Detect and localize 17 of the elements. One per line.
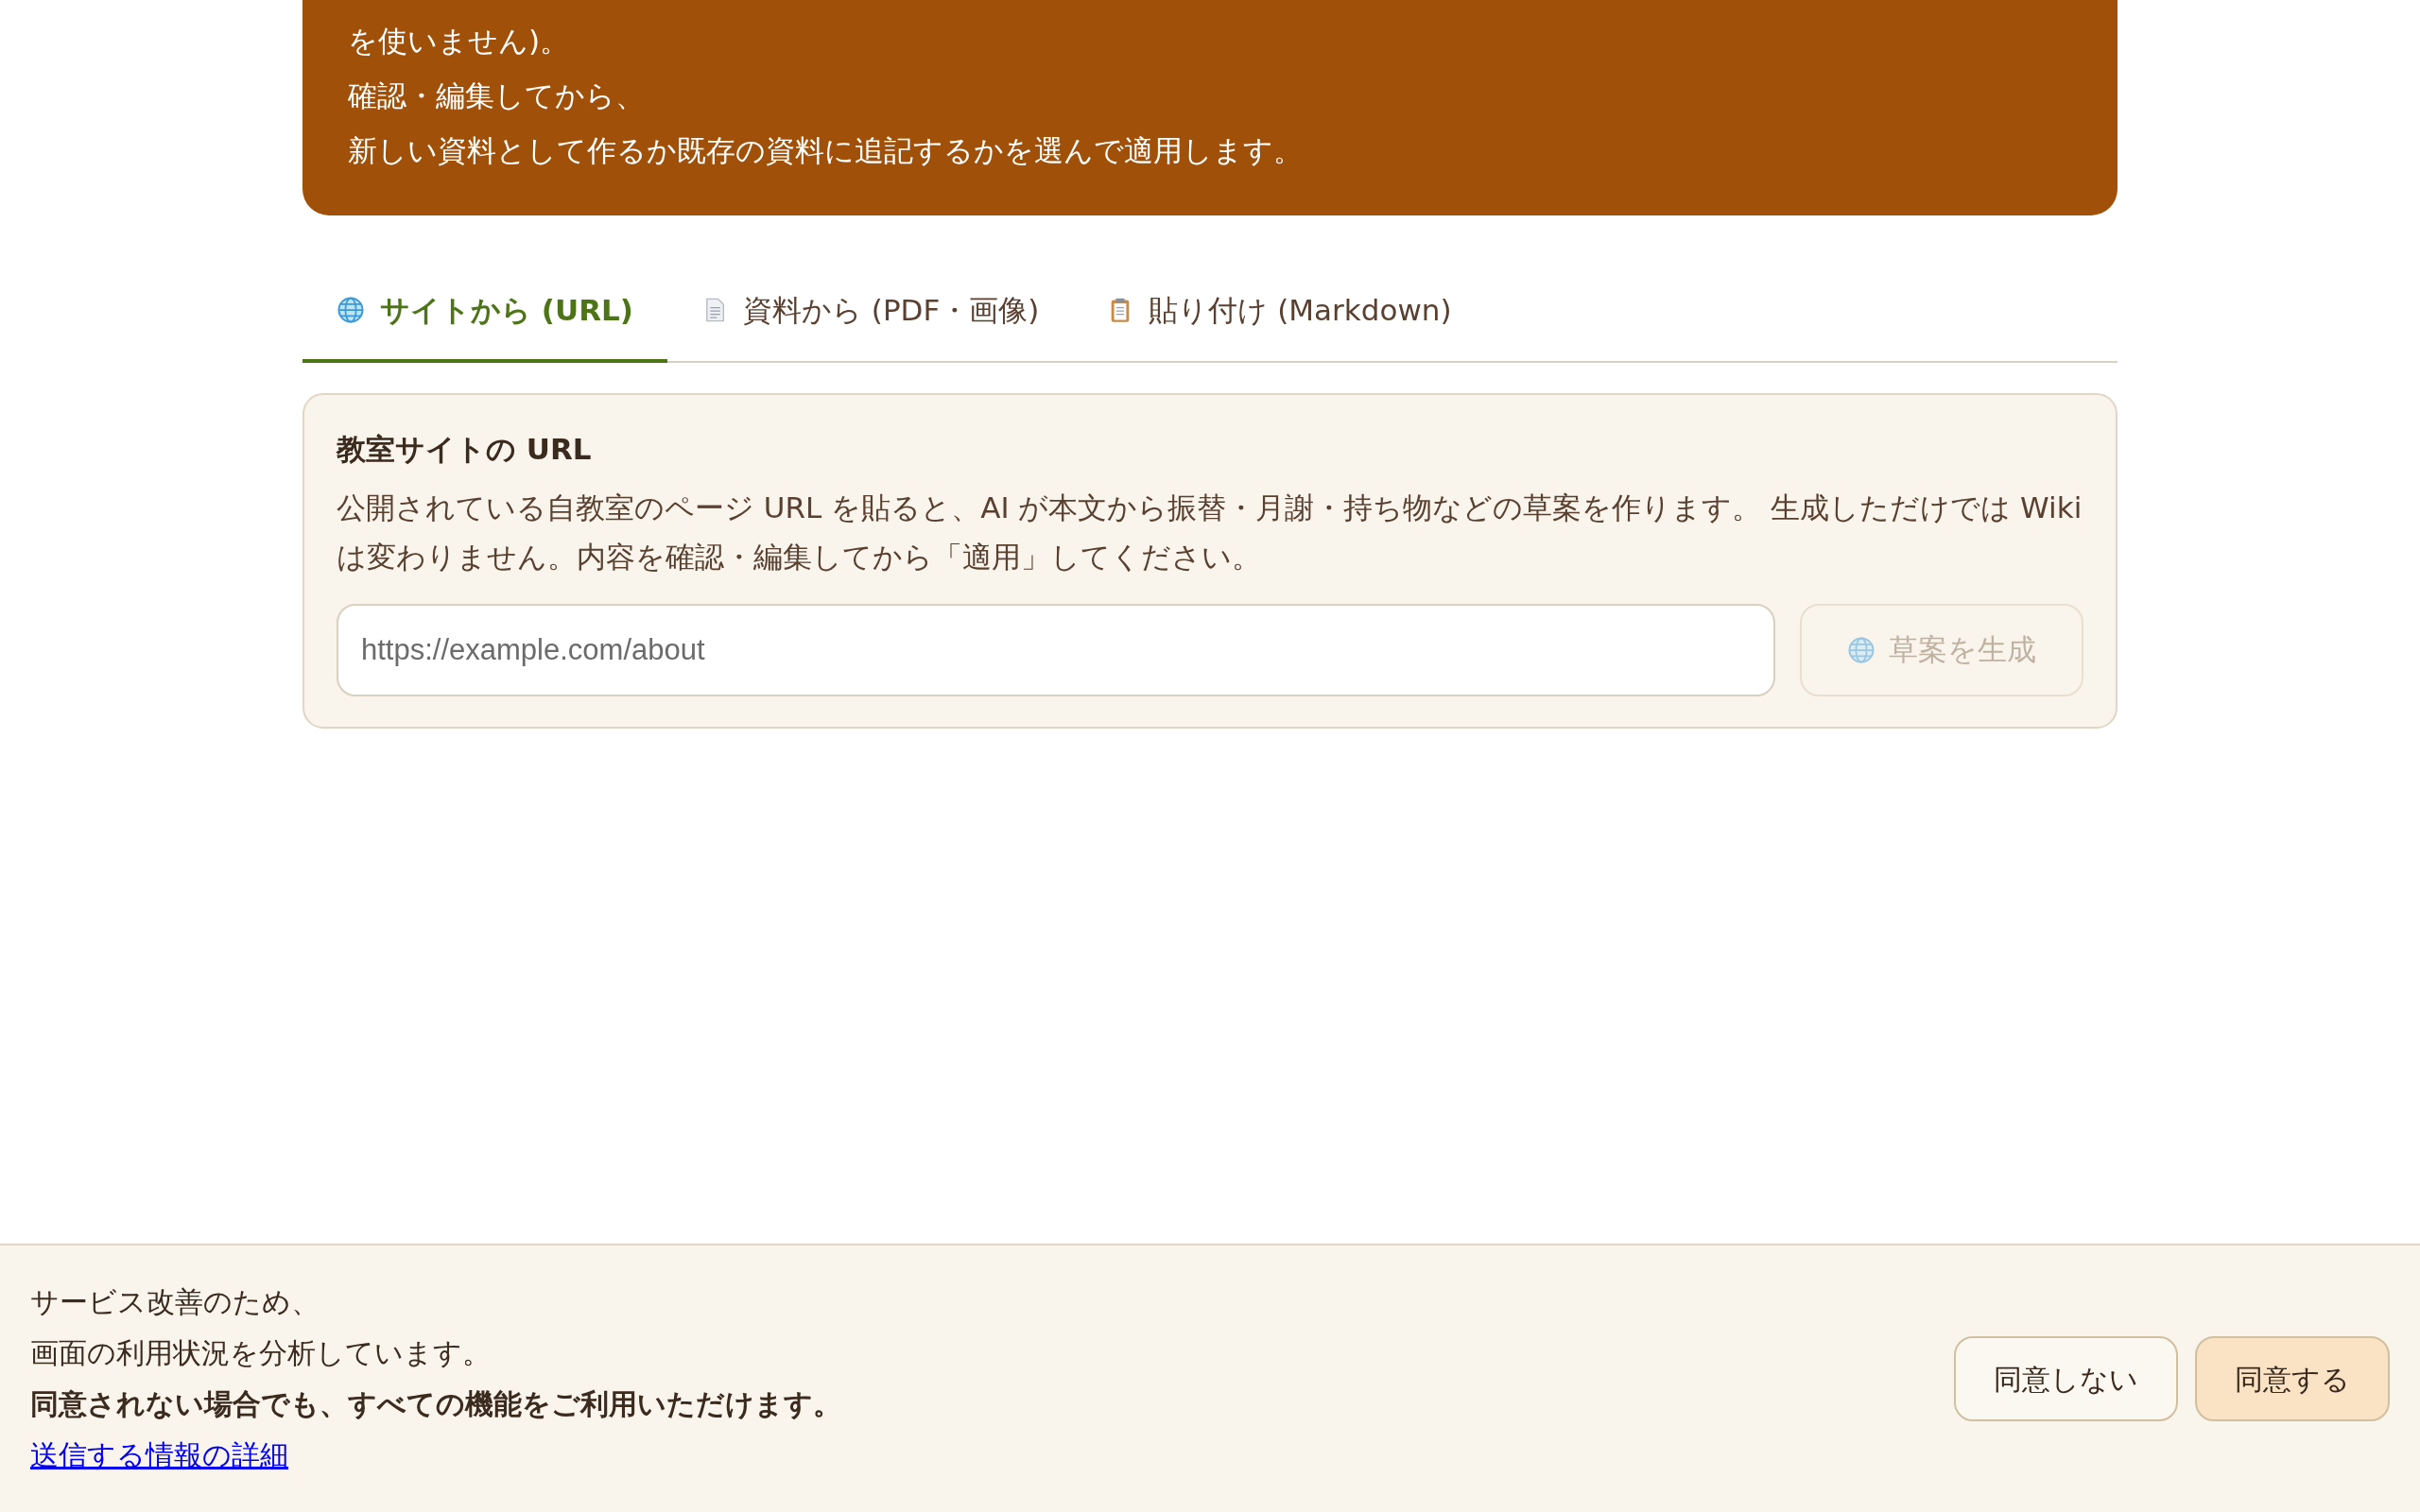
consent-text: 画面の利用状況を分析しています。 [30,1335,492,1371]
consent-note: 同意されない場合でも、すべての機能をご利用いただけます。 [30,1386,841,1422]
decline-button[interactable]: 同意しない [1954,1336,2178,1421]
banner-text: 新しい資料として作るか既存の資料に追記するかを選んで適用します。 [348,132,1304,169]
banner-text: を使いません)。 [348,23,571,60]
source-tab[interactable]: 貼り付け (Markdown) [1073,261,1486,363]
globe-icon [1847,635,1876,664]
card-description: 公開されている自教室のページ URL を貼ると、AI が本文から振替・月謝・持ち物などの草案を作ります。 生成しただけでは Wiki は変わりません。内容を確認・編集してから「適用」してください。 [337,489,2083,576]
source-tab[interactable]: サイトから (URL) [302,261,667,363]
consent-text: サービス改善のため、 [30,1284,320,1320]
accept-button[interactable]: 同意する [2195,1336,2390,1421]
url-field[interactable]: https://example.com/about [337,603,1775,696]
source-tab[interactable]: 資料から (PDF・画像) [666,261,1074,363]
banner-text: 確認・編集してから、 [348,77,646,114]
globe-icon [337,296,365,324]
card-title: 教室サイトの URL [337,431,593,468]
details-link[interactable]: 送信する情報の詳細 [30,1430,288,1481]
